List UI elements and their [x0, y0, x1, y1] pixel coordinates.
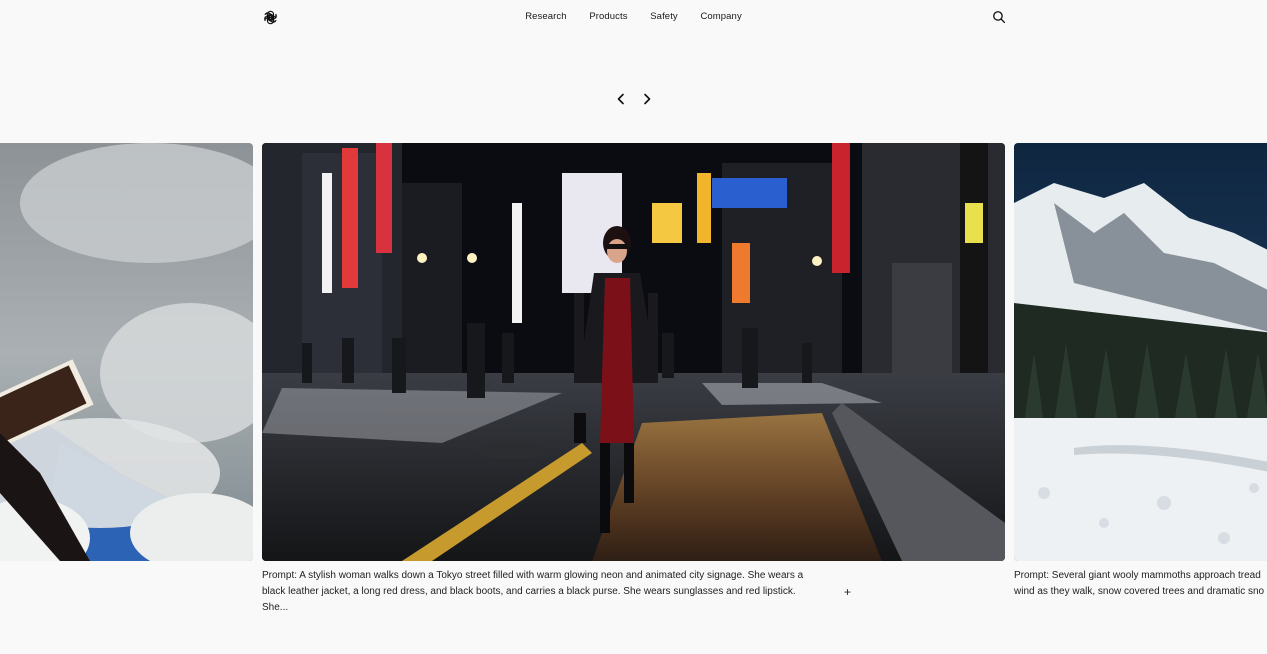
chevron-right-icon[interactable] [639, 91, 655, 107]
caption-line-2: black leather jacket, a long red dress, … [262, 586, 796, 613]
video-thumbnail-tokyo-street[interactable] [262, 143, 1005, 561]
caption-line-2: wind as they walk, snow covered trees an… [1014, 586, 1265, 597]
expand-caption-button[interactable]: + [844, 585, 851, 599]
nav-safety[interactable]: Safety [650, 11, 678, 22]
main-nav: Research Products Safety Company [0, 11, 1267, 22]
video-caption-mammoths: Prompt: Several giant wooly mammoths app… [1014, 568, 1267, 600]
chevron-left-icon[interactable] [613, 91, 629, 107]
nav-research[interactable]: Research [525, 11, 566, 22]
video-caption-tokyo: Prompt: A stylish woman walks down a Tok… [262, 568, 822, 616]
nav-products[interactable]: Products [589, 11, 627, 22]
top-nav-bar: Research Products Safety Company [0, 0, 1267, 34]
search-icon[interactable] [992, 10, 1006, 24]
nav-company[interactable]: Company [700, 11, 741, 22]
caption-line-1: Prompt: Several giant wooly mammoths app… [1014, 570, 1261, 581]
page: Research Products Safety Company Prompt:… [0, 0, 1267, 654]
video-thumbnail-sky-book[interactable] [0, 143, 253, 561]
caption-line-1: Prompt: A stylish woman walks down a Tok… [262, 570, 804, 581]
video-thumbnail-snowy-mountain[interactable] [1014, 143, 1267, 561]
